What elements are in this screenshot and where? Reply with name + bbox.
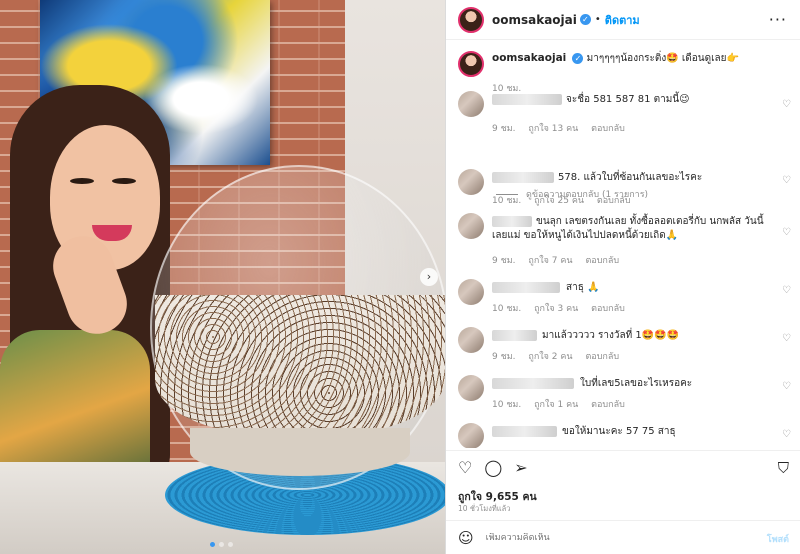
comment-time: 9 ชม. bbox=[492, 256, 516, 266]
comment-item: มาแล้ววววว รางวัลที่ 1🤩🤩🤩 9 ชม. ถูกใจ 2 … bbox=[458, 327, 793, 363]
comment-icon[interactable]: ◯ bbox=[484, 458, 502, 477]
heart-icon[interactable]: ♡ bbox=[782, 175, 791, 186]
comment-likes[interactable]: ถูกใจ 1 คน bbox=[534, 400, 578, 410]
avatar[interactable] bbox=[458, 423, 484, 448]
comment-item: ขอให้มานะคะ 57 75 สาธุ ♡ bbox=[458, 423, 793, 448]
caption-body: มาๆๆๆๆน้องกระติ่ง🤩 เดือนดูเลย👉 bbox=[586, 53, 739, 64]
water-in-bowl bbox=[190, 428, 410, 476]
comment-likes[interactable]: ถูกใจ 13 คน bbox=[528, 124, 578, 134]
reply-button[interactable]: ตอบกลับ bbox=[591, 400, 625, 410]
heart-icon[interactable]: ♡ bbox=[458, 458, 472, 477]
heart-icon[interactable]: ♡ bbox=[782, 227, 791, 238]
heart-icon[interactable]: ♡ bbox=[782, 429, 791, 440]
avatar[interactable] bbox=[458, 6, 484, 33]
avatar[interactable] bbox=[458, 375, 484, 401]
carousel-dot bbox=[219, 542, 224, 547]
avatar[interactable] bbox=[458, 213, 484, 239]
blurred-username bbox=[492, 172, 554, 183]
post-panel: oomsakaojai ✓ • ติดตาม ··· oomsakaojai ✓… bbox=[445, 0, 800, 554]
post-header: oomsakaojai ✓ • ติดตาม ··· bbox=[446, 0, 800, 40]
comment-likes[interactable]: ถูกใจ 3 คน bbox=[534, 304, 578, 314]
comment-item: 578. แล้วใบที่ซ้อนกันเลขอะไรคะ 10 ชม. ถู… bbox=[458, 169, 793, 209]
eye bbox=[112, 178, 136, 184]
comment-item: จะชื่อ 581 587 81 ตามนี้😉 9 ชม. ถูกใจ 13… bbox=[458, 91, 793, 135]
comment-time: 10 ชม. bbox=[492, 196, 522, 206]
more-icon[interactable]: ··· bbox=[769, 10, 787, 29]
heart-icon[interactable]: ♡ bbox=[782, 285, 791, 296]
comment-likes[interactable]: ถูกใจ 2 คน bbox=[528, 352, 572, 362]
post-caption: oomsakaojai ✓ มาๆๆๆๆน้องกระติ่ง🤩 เดือนดู… bbox=[458, 51, 793, 95]
add-comment-bar: ☺ โพสต์ bbox=[446, 520, 800, 554]
comment-text: ขอให้มานะคะ 57 75 สาธุ bbox=[562, 426, 676, 437]
heart-icon[interactable]: ♡ bbox=[782, 381, 791, 392]
post-comment-button[interactable]: โพสต์ bbox=[767, 532, 789, 546]
verified-badge-icon: ✓ bbox=[572, 52, 584, 64]
blurred-username bbox=[492, 378, 574, 389]
caption-text: oomsakaojai ✓ มาๆๆๆๆน้องกระติ่ง🤩 เดือนดู… bbox=[492, 51, 739, 66]
comment-text: ใบที่เลข5เลขอะไรเหรอคะ bbox=[580, 378, 693, 389]
comment-meta: 10 ชม. ถูกใจ 25 คน ตอบกลับ bbox=[492, 193, 641, 207]
comment-time: 9 ชม. bbox=[492, 352, 516, 362]
comment-meta: 9 ชม. ถูกใจ 2 คน ตอบกลับ bbox=[492, 349, 629, 363]
reply-button[interactable]: ตอบกลับ bbox=[585, 352, 619, 362]
post-actions: ♡ ◯ ➢ ⛉ bbox=[446, 450, 800, 484]
comment-text: มาแล้ววววว รางวัลที่ 1🤩🤩🤩 bbox=[542, 330, 680, 341]
verified-badge-icon: ✓ bbox=[579, 14, 591, 25]
comment-text: สาธุ 🙏 bbox=[566, 282, 600, 293]
comment-likes[interactable]: ถูกใจ 25 คน bbox=[534, 196, 584, 206]
comments-scroll[interactable]: oomsakaojai ✓ มาๆๆๆๆน้องกระติ่ง🤩 เดือนดู… bbox=[446, 41, 800, 448]
add-comment-input[interactable] bbox=[485, 532, 716, 543]
post-photo[interactable]: › bbox=[0, 0, 445, 554]
emoji-icon[interactable]: ☺ bbox=[458, 529, 474, 547]
blurred-username bbox=[492, 94, 562, 105]
comment-meta: 9 ชม. ถูกใจ 13 คน ตอบกลับ bbox=[492, 121, 635, 135]
comment-meta: 10 ชม. ถูกใจ 3 คน ตอบกลับ bbox=[492, 301, 635, 315]
username[interactable]: oomsakaojai bbox=[492, 13, 577, 27]
follow-button[interactable]: ติดตาม bbox=[605, 11, 640, 29]
comment-meta: 9 ชม. ถูกใจ 7 คน ตอบกลับ bbox=[492, 253, 629, 267]
heart-icon[interactable]: ♡ bbox=[782, 99, 791, 110]
username[interactable]: oomsakaojai bbox=[492, 52, 566, 64]
blurred-username bbox=[492, 282, 560, 293]
chevron-right-icon[interactable]: › bbox=[420, 268, 438, 286]
comment-likes[interactable]: ถูกใจ 7 คน bbox=[528, 256, 572, 266]
avatar[interactable] bbox=[458, 279, 484, 305]
comment-item: ใบที่เลข5เลขอะไรเหรอคะ 10 ชม. ถูกใจ 1 คน… bbox=[458, 375, 793, 411]
comment-item: สาธุ 🙏 10 ชม. ถูกใจ 3 คน ตอบกลับ ♡ bbox=[458, 279, 793, 315]
comment-time: 10 ชม. bbox=[492, 400, 522, 410]
rice-in-bowl bbox=[155, 295, 445, 435]
reply-button[interactable]: ตอบกลับ bbox=[585, 256, 619, 266]
comment-meta: 10 ชม. ถูกใจ 1 คน ตอบกลับ bbox=[492, 397, 635, 411]
comment-text: จะชื่อ 581 587 81 ตามนี้😉 bbox=[566, 94, 690, 105]
reply-button[interactable]: ตอบกลับ bbox=[591, 304, 625, 314]
comment-text: 578. แล้วใบที่ซ้อนกันเลขอะไรคะ bbox=[558, 172, 703, 183]
comment-item: ขนลุก เลขตรงกันเลย ทั้งซื้อลอตเตอรี่กับ … bbox=[458, 213, 793, 267]
avatar[interactable] bbox=[458, 91, 484, 117]
avatar[interactable] bbox=[458, 169, 484, 195]
posted-time: 10 ชั่วโมงที่แล้ว bbox=[458, 504, 511, 513]
eye bbox=[70, 178, 94, 184]
blurred-username bbox=[492, 426, 557, 437]
comment-text: ขนลุก เลขตรงกันเลย ทั้งซื้อลอตเตอรี่กับ … bbox=[492, 216, 764, 241]
share-icon[interactable]: ➢ bbox=[514, 458, 527, 477]
carousel-dot bbox=[228, 542, 233, 547]
heart-icon[interactable]: ♡ bbox=[782, 333, 791, 344]
blurred-username bbox=[492, 330, 537, 341]
comment-time: 9 ชม. bbox=[492, 124, 516, 134]
bookmark-icon[interactable]: ⛉ bbox=[778, 459, 789, 477]
reply-button[interactable]: ตอบกลับ bbox=[597, 196, 631, 206]
avatar[interactable] bbox=[458, 51, 484, 77]
reply-button[interactable]: ตอบกลับ bbox=[591, 124, 625, 134]
avatar[interactable] bbox=[458, 327, 484, 353]
carousel-dot bbox=[210, 542, 215, 547]
carousel-dots bbox=[210, 542, 233, 547]
comment-time: 10 ชม. bbox=[492, 304, 522, 314]
separator-dot: • bbox=[594, 14, 601, 25]
